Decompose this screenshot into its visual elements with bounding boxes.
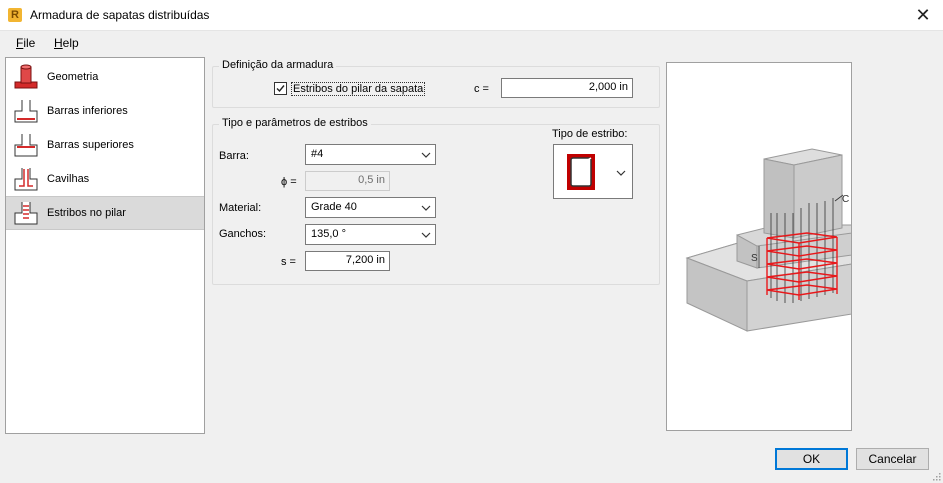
phi-label: ϕ = <box>281 176 297 188</box>
definition-group-title: Definição da armadura <box>219 59 337 71</box>
dowels-icon <box>14 168 38 191</box>
chevron-down-icon <box>616 170 626 176</box>
navigation-list: Geometria Barras inferiores Barras super… <box>5 57 205 434</box>
chevron-down-icon <box>421 232 431 238</box>
nav-label-cavilhas: Cavilhas <box>47 173 90 185</box>
footing-3d-illustration: S C <box>685 148 920 332</box>
barra-select-value: #4 <box>311 148 324 160</box>
menu-bar: File Help <box>0 31 943 55</box>
footing-preview: S C <box>666 62 920 431</box>
menu-help-rest: elp <box>62 36 79 50</box>
chevron-down-icon <box>421 205 431 211</box>
nav-label-estribos-no-pilar: Estribos no pilar <box>47 207 126 219</box>
cancel-button[interactable]: Cancelar <box>856 448 929 470</box>
ok-button[interactable]: OK <box>775 448 848 470</box>
preview-c-label: C <box>842 194 849 205</box>
ganchos-select[interactable]: 135,0 ° <box>305 224 436 245</box>
top-bars-icon <box>14 134 38 157</box>
window-title: Armadura de sapatas distribuídas <box>30 8 210 22</box>
c-value-input[interactable]: 2,000 in <box>501 78 633 98</box>
chevron-down-icon <box>421 152 431 158</box>
material-label: Material: <box>219 202 262 214</box>
stirrup-params-group-title: Tipo e parâmetros de estribos <box>219 117 371 129</box>
nav-label-barras-inferiores: Barras inferiores <box>47 105 128 117</box>
estribos-checkbox[interactable] <box>274 82 287 95</box>
column-stirrups-icon <box>14 202 38 225</box>
menu-file-rest: ile <box>23 36 36 50</box>
nav-label-barras-superiores: Barras superiores <box>47 139 134 151</box>
menu-file[interactable]: File <box>16 36 35 50</box>
bottom-bars-icon <box>14 100 38 123</box>
barra-select[interactable]: #4 <box>305 144 436 165</box>
nav-item-geometria[interactable]: Geometria <box>6 60 204 94</box>
phi-value-input: 0,5 in <box>305 171 390 191</box>
ganchos-select-value: 135,0 ° <box>311 228 346 240</box>
resize-grip-icon[interactable] <box>931 471 941 481</box>
tipo-estribo-label: Tipo de estribo: <box>552 128 628 140</box>
nav-item-barras-superiores[interactable]: Barras superiores <box>6 128 204 162</box>
column-footing-geometry-icon <box>14 64 38 89</box>
barra-label: Barra: <box>219 150 249 162</box>
material-select-value: Grade 40 <box>311 201 357 213</box>
menu-help-mnemonic: H <box>54 36 63 50</box>
material-select[interactable]: Grade 40 <box>305 197 436 218</box>
nav-item-estribos-no-pilar[interactable]: Estribos no pilar <box>6 196 204 230</box>
menu-help[interactable]: Help <box>54 36 79 50</box>
c-label: c = <box>474 83 489 95</box>
close-icon[interactable]: ✕ <box>903 0 943 31</box>
closed-stirrup-icon <box>567 154 595 190</box>
checkmark-icon <box>276 85 285 93</box>
title-bar: R Armadura de sapatas distribuídas ✕ <box>0 0 943 31</box>
ganchos-label: Ganchos: <box>219 228 267 240</box>
s-label: s = <box>281 256 296 268</box>
revit-app-icon: R <box>8 8 22 22</box>
estribos-checkbox-label[interactable]: Estribos do pilar da sapata <box>291 82 426 96</box>
nav-item-barras-inferiores[interactable]: Barras inferiores <box>6 94 204 128</box>
nav-item-cavilhas[interactable]: Cavilhas <box>6 162 204 196</box>
s-value-input[interactable]: 7,200 in <box>305 251 390 271</box>
tipo-estribo-select[interactable] <box>553 144 633 199</box>
preview-s-label: S <box>751 253 758 264</box>
nav-label-geometria: Geometria <box>47 71 99 83</box>
